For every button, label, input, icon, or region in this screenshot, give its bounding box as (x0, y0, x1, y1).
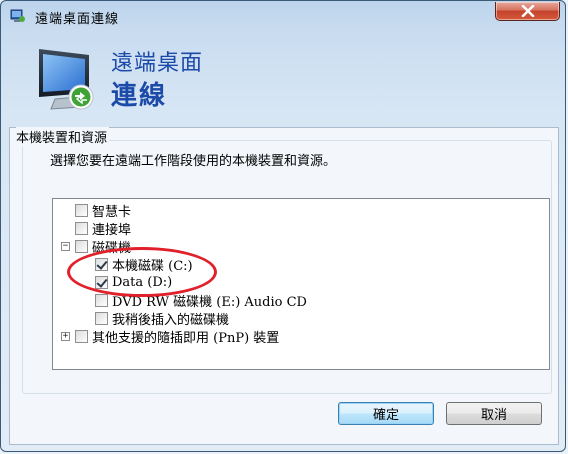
tree-item-drives[interactable]: 磁碟機 (75, 237, 132, 256)
tree-item-label: 我稍後插入的磁碟機 (112, 312, 230, 328)
remote-desktop-monitor-icon (39, 49, 94, 110)
tree-item-label: 智慧卡 (92, 204, 132, 220)
group-description: 選擇您要在遠端工作階段使用的本機裝置和資源。 (50, 154, 337, 169)
group-title: 本機裝置和資源 (16, 127, 110, 146)
drive-e-checkbox[interactable] (95, 293, 108, 307)
tree-item-label: 磁碟機 (92, 240, 132, 256)
ok-button[interactable]: 確定 (338, 402, 434, 425)
drives-checkbox[interactable] (75, 239, 88, 253)
smart-card-checkbox[interactable] (75, 203, 88, 217)
tree-item-smart-card[interactable]: 智慧卡 (75, 201, 132, 220)
local-devices-group: 本機裝置和資源 選擇您要在遠端工作階段使用的本機裝置和資源。 智慧卡 連接埠 −… (10, 127, 558, 444)
ports-checkbox[interactable] (75, 221, 88, 235)
cancel-button[interactable]: 取消 (446, 402, 542, 425)
tree-item-ports[interactable]: 連接埠 (75, 219, 132, 238)
drives-collapse-toggle[interactable]: − (61, 242, 70, 251)
tree-item-later-drives[interactable]: 我稍後插入的磁碟機 (95, 309, 230, 328)
tree-item-drive-d[interactable]: Data (D:) (95, 273, 172, 291)
header-title-line1: 遠端桌面 (111, 51, 204, 76)
device-tree[interactable]: 智慧卡 連接埠 − 磁碟機 本機磁碟 (C:) Data (D:) DVD RW… (52, 198, 550, 370)
close-icon (521, 5, 534, 17)
tree-item-label: DVD RW 磁碟機 (E:) Audio CD (112, 294, 307, 310)
header-title-line2: 連線 (111, 81, 168, 111)
tree-item-label: 本機磁碟 (C:) (112, 258, 193, 274)
tree-item-label: Data (D:) (112, 274, 173, 290)
tree-item-drive-c[interactable]: 本機磁碟 (C:) (95, 255, 193, 274)
tree-item-label: 連接埠 (92, 222, 132, 238)
drive-c-checkbox[interactable] (95, 257, 108, 271)
title-bar[interactable]: 遠端桌面連線 (1, 1, 565, 31)
dialog-window: 遠端桌面連線 遠端桌面 連線 本機裝置和資源 選擇您要在遠端工作階段使用的本機裝… (0, 0, 566, 452)
tree-item-label: 其他支援的隨插即用 (PnP) 裝置 (92, 330, 280, 346)
close-button[interactable] (495, 2, 560, 21)
drive-d-checkbox[interactable] (95, 275, 108, 289)
pnp-checkbox[interactable] (75, 329, 88, 343)
window-title: 遠端桌面連線 (35, 12, 120, 27)
remote-desktop-app-icon (10, 9, 25, 22)
tree-item-drive-e[interactable]: DVD RW 磁碟機 (E:) Audio CD (95, 291, 307, 310)
content-panel: 本機裝置和資源 選擇您要在遠端工作階段使用的本機裝置和資源。 智慧卡 連接埠 −… (9, 127, 559, 445)
pnp-expand-toggle[interactable]: + (61, 332, 70, 341)
dialog-header: 遠端桌面 連線 (9, 31, 557, 127)
later-drives-checkbox[interactable] (95, 311, 108, 325)
tree-item-pnp-devices[interactable]: 其他支援的隨插即用 (PnP) 裝置 (75, 327, 280, 346)
